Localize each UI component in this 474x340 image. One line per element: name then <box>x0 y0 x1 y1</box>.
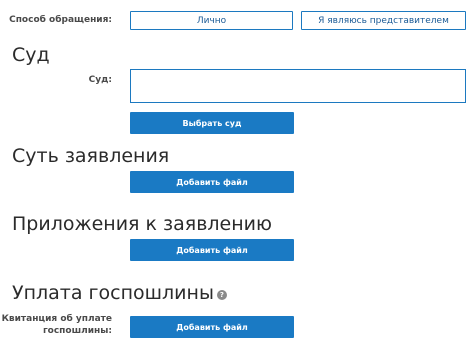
appeal-representative-option[interactable]: Я являюсь представителем <box>301 11 466 30</box>
attachments-section-title: Приложения к заявлению <box>12 213 272 235</box>
court-field-label: Суд: <box>88 75 112 85</box>
fee-add-file-button[interactable]: Добавить файл <box>130 316 294 338</box>
court-section-title: Суд <box>12 44 50 66</box>
fee-receipt-label: Квитанция об уплате госпошлины: <box>0 313 112 337</box>
appeal-personal-option[interactable]: Лично <box>130 11 293 30</box>
fee-receipt-label-line2: госпошлины: <box>42 326 112 336</box>
court-field[interactable] <box>130 69 466 103</box>
appeal-method-label: Способ обращения: <box>9 15 112 25</box>
question-circle-icon[interactable]: ? <box>216 289 227 300</box>
statement-section-title: Суть заявления <box>12 145 170 167</box>
statement-add-file-button[interactable]: Добавить файл <box>130 171 294 193</box>
fee-receipt-label-line1: Квитанция об уплате <box>1 314 112 324</box>
fee-section-title: Уплата госпошлины <box>12 282 214 304</box>
attachments-add-file-button[interactable]: Добавить файл <box>130 239 294 261</box>
select-court-button[interactable]: Выбрать суд <box>130 112 294 134</box>
fee-section-heading: Уплата госпошлины ? <box>12 282 227 304</box>
